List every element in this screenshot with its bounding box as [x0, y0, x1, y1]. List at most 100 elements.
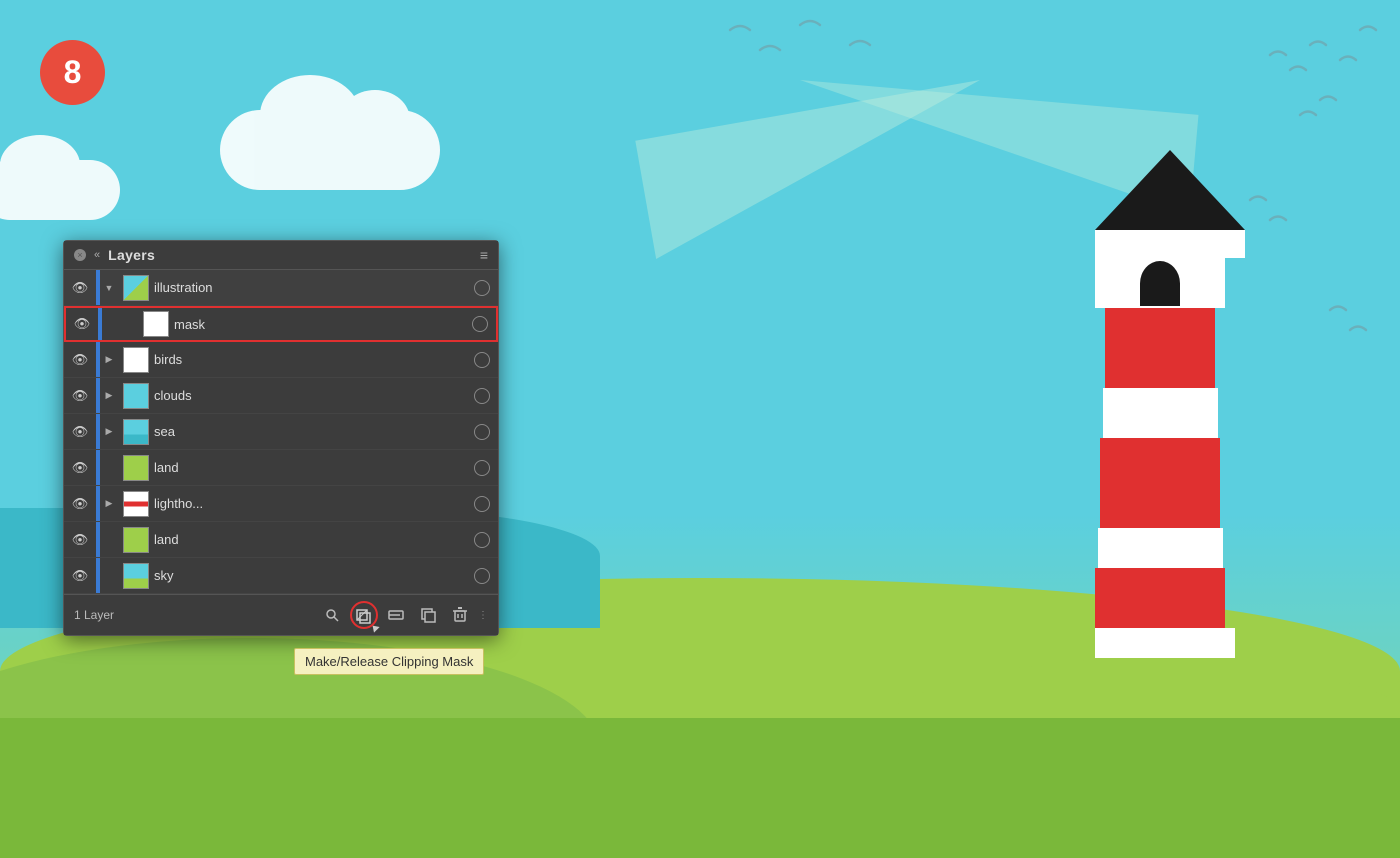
- lighthouse-window: [1140, 261, 1180, 306]
- blue-bar-mask: [98, 308, 102, 340]
- lighthouse-roof: [1095, 150, 1245, 230]
- collect-in-new-layer-button[interactable]: [382, 601, 410, 629]
- target-lighthouse[interactable]: [466, 496, 498, 512]
- eye-icon-sky[interactable]: 👁: [64, 568, 96, 584]
- layer-name-land2: land: [154, 532, 466, 547]
- tooltip-clipping-mask: Make/Release Clipping Mask: [294, 648, 484, 675]
- layers-panel: × « Layers ≡ 👁 ▼ illustration 👁 ▶ mask: [63, 240, 499, 636]
- blue-bar-land1: [96, 450, 100, 485]
- lighthouse-red3: [1095, 568, 1225, 628]
- layer-row-mask[interactable]: 👁 ▶ mask: [64, 306, 498, 342]
- eye-icon-mask[interactable]: 👁: [66, 316, 98, 332]
- target-sky[interactable]: [466, 568, 498, 584]
- layer-row-land2[interactable]: 👁 ▶ land: [64, 522, 498, 558]
- clipping-mask-icon: [355, 606, 373, 624]
- blue-bar-land2: [96, 522, 100, 557]
- step-badge: 8: [40, 40, 105, 105]
- layer-name-illustration: illustration: [154, 280, 466, 295]
- circle-target-illustration: [474, 280, 490, 296]
- circle-target-land1: [474, 460, 490, 476]
- lighthouse-window-band: [1095, 258, 1225, 308]
- eye-icon-sea[interactable]: 👁: [64, 424, 96, 440]
- eye-icon-birds[interactable]: 👁: [64, 352, 96, 368]
- layer-row-sea[interactable]: 👁 ▶ sea: [64, 414, 498, 450]
- thumb-mask: [143, 311, 169, 337]
- lighthouse-top-white: [1095, 230, 1245, 258]
- expand-arrow-illustration[interactable]: ▼: [100, 283, 118, 293]
- target-land1[interactable]: [466, 460, 498, 476]
- layer-name-sky: sky: [154, 568, 466, 583]
- eye-icon-land1[interactable]: 👁: [64, 460, 96, 476]
- layer-count: 1 Layer: [74, 608, 114, 622]
- layer-name-mask: mask: [174, 317, 464, 332]
- panel-collapse-button[interactable]: «: [94, 249, 100, 261]
- blue-bar-sky: [96, 558, 100, 593]
- lighthouse-red1: [1105, 308, 1215, 388]
- circle-target-birds: [474, 352, 490, 368]
- lighthouse-red2: [1100, 438, 1220, 528]
- thumb-sky: [123, 563, 149, 589]
- layer-name-lighthouse: lightho...: [154, 496, 466, 511]
- target-clouds[interactable]: [466, 388, 498, 404]
- panel-resize[interactable]: ⋮: [478, 610, 488, 621]
- expand-arrow-birds[interactable]: ▶: [100, 354, 118, 365]
- make-clipping-mask-button[interactable]: [350, 601, 378, 629]
- layer-name-birds: birds: [154, 352, 466, 367]
- delete-icon: [452, 607, 468, 623]
- lighthouse: [1050, 150, 1250, 658]
- expand-arrow-lighthouse[interactable]: ▶: [100, 498, 118, 509]
- eye-icon-illustration[interactable]: 👁: [64, 280, 96, 296]
- layer-row-land1[interactable]: 👁 ▶ land: [64, 450, 498, 486]
- collect-icon: [388, 607, 404, 623]
- layer-name-clouds: clouds: [154, 388, 466, 403]
- land-bottom: [0, 718, 1400, 858]
- eye-icon-lighthouse[interactable]: 👁: [64, 496, 96, 512]
- circle-target-land2: [474, 532, 490, 548]
- expand-arrow-sea[interactable]: ▶: [100, 426, 118, 437]
- circle-target-lighthouse: [474, 496, 490, 512]
- panel-title: Layers: [108, 247, 155, 263]
- expand-arrow-clouds[interactable]: ▶: [100, 390, 118, 401]
- target-mask[interactable]: [464, 316, 496, 332]
- eye-icon-clouds[interactable]: 👁: [64, 388, 96, 404]
- lighthouse-white3: [1098, 528, 1223, 568]
- panel-titlebar: × « Layers ≡: [64, 241, 498, 270]
- panel-bottom-toolbar: 1 Layer: [64, 594, 498, 635]
- lighthouse-white2: [1103, 388, 1218, 438]
- panel-close-button[interactable]: ×: [74, 249, 86, 261]
- target-sea[interactable]: [466, 424, 498, 440]
- eye-icon-land2[interactable]: 👁: [64, 532, 96, 548]
- target-birds[interactable]: [466, 352, 498, 368]
- delete-layer-button[interactable]: [446, 601, 474, 629]
- layer-name-sea: sea: [154, 424, 466, 439]
- layer-row-birds[interactable]: 👁 ▶ birds: [64, 342, 498, 378]
- thumb-sea: [123, 419, 149, 445]
- target-illustration[interactable]: [466, 280, 498, 296]
- target-land2[interactable]: [466, 532, 498, 548]
- cloud2: [0, 160, 120, 220]
- badge-number: 8: [64, 54, 82, 91]
- thumb-clouds: [123, 383, 149, 409]
- layers-list: 👁 ▼ illustration 👁 ▶ mask 👁 ▶: [64, 270, 498, 594]
- new-layer-icon: [420, 607, 436, 623]
- panel-menu-icon[interactable]: ≡: [480, 247, 488, 263]
- circle-target-sky: [474, 568, 490, 584]
- cloud1: [220, 110, 440, 190]
- circle-target-clouds: [474, 388, 490, 404]
- search-button[interactable]: [318, 601, 346, 629]
- lighthouse-base: [1095, 628, 1235, 658]
- new-layer-button[interactable]: [414, 601, 442, 629]
- layer-name-land1: land: [154, 460, 466, 475]
- layer-row-sky[interactable]: 👁 ▶ sky: [64, 558, 498, 594]
- layer-row-lighthouse[interactable]: 👁 ▶ lightho...: [64, 486, 498, 522]
- thumb-birds: [123, 347, 149, 373]
- circle-target-mask: [472, 316, 488, 332]
- layer-row-illustration[interactable]: 👁 ▼ illustration: [64, 270, 498, 306]
- layer-row-clouds[interactable]: 👁 ▶ clouds: [64, 378, 498, 414]
- search-icon: [325, 608, 339, 622]
- thumb-illustration: [123, 275, 149, 301]
- lighthouse-body: [1085, 150, 1215, 658]
- thumb-land1: [123, 455, 149, 481]
- circle-target-sea: [474, 424, 490, 440]
- panel-title-area: × « Layers: [74, 247, 155, 263]
